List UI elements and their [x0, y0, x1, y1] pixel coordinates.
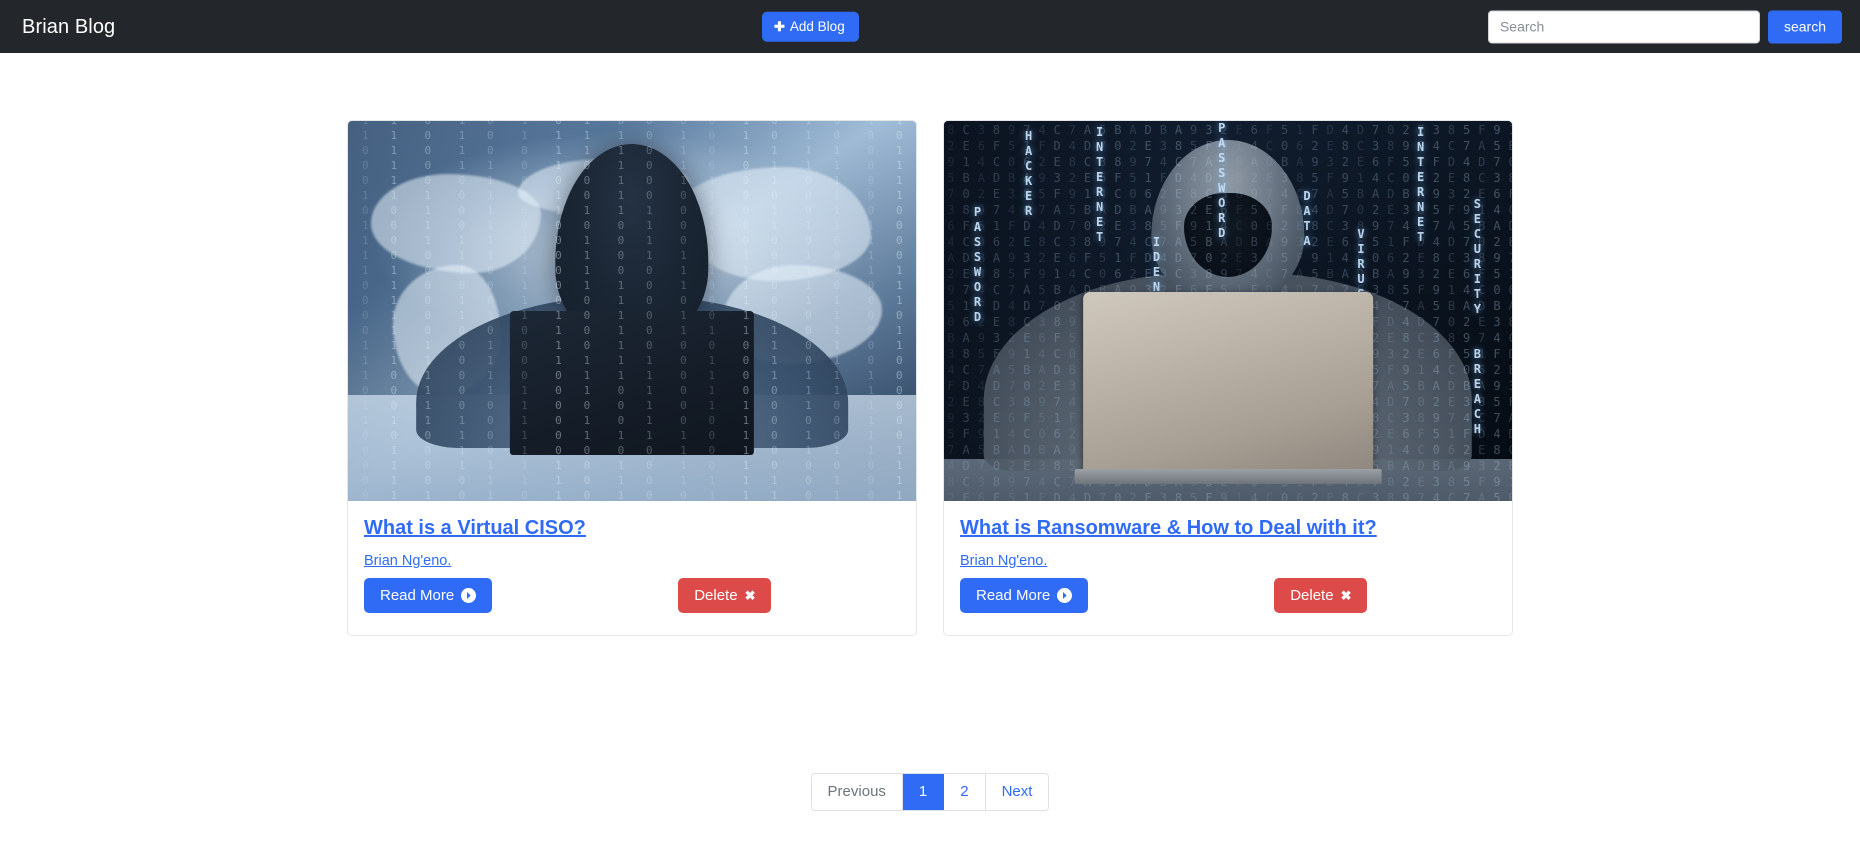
main-content: 1 1 1 0 0 0 1 0 1 1 1 1 0 0 0 0 1 1 1 0 …	[0, 53, 1860, 636]
navbar-center-actions: ✚ Add Blog	[762, 11, 859, 42]
pagination-previous[interactable]: Previous	[811, 774, 903, 810]
code-word-data: D A T A	[1303, 189, 1312, 249]
close-x-icon: ✖	[1340, 588, 1352, 603]
matrix-code-column: 5 7 4 8 2 9 5 7 3 6 4 A 2 9 5 0 B 3 4 F …	[1068, 122, 1076, 501]
blog-card-image[interactable]: 4 8 2 9 5 7 3 6 4 A 2 9 5 0 B 3 4 F 2 9 …	[944, 121, 1512, 501]
search-button[interactable]: search	[1767, 10, 1842, 43]
blog-author-link[interactable]: Brian Ng'eno.	[960, 553, 1496, 569]
plus-icon: ✚	[774, 18, 785, 34]
matrix-code-column: 8 C D E 3 F A D C E 1 B 0 8 F C D E 7 1 …	[1053, 122, 1061, 501]
blog-title-link[interactable]: What is a Virtual CISO?	[364, 517, 586, 540]
matrix-code-column: B 0 8 F C D E 7 1 6 A 8 C D E 3 F A D C …	[1387, 122, 1395, 501]
binary-code-column: 0 0 0 0 1 1 1 1 1 1 1 0 0 0 1 0 1 1 1 1 …	[487, 121, 494, 501]
matrix-code-column: B 3 4 F 2 9 5 7 4 8 2 9 5 7 3 6 4 A 2 9 …	[1432, 122, 1440, 501]
binary-code-column: 1 1 1 0 0 0 0 0 0 1 1 1 1 1 1 0 0 0 0 1 …	[521, 121, 528, 501]
pagination-page-2[interactable]: 2	[944, 774, 986, 810]
delete-label: Delete	[694, 587, 738, 604]
blog-card-actions: Read More Delete ✖	[960, 578, 1496, 613]
binary-code-column: 0 1 1 1 1 1 1 0 0 0 0 1 1 1 1 1 1 1 0 0 …	[390, 121, 398, 501]
binary-code-column: 0 0 0 1 1 1 0 1 1 0 0 0 0 0 0 1 1 1 1 0 …	[771, 121, 778, 501]
blog-card: 1 1 1 0 0 0 1 0 1 1 1 1 0 0 0 0 1 1 1 0 …	[347, 120, 917, 636]
binary-code-column: 0 0 0 1 1 1 1 1 1 0 0 0 0 1 1 1 1 1 1 1 …	[833, 121, 841, 501]
blog-card: 4 8 2 9 5 7 3 6 4 A 2 9 5 0 B 3 4 F 2 9 …	[943, 120, 1513, 636]
read-more-button[interactable]: Read More	[960, 578, 1089, 613]
delete-button[interactable]: Delete ✖	[678, 578, 772, 613]
code-word-internet: I N T E R N E T	[1096, 124, 1105, 244]
blog-card-body: What is Ransomware & How to Deal with it…	[944, 501, 1512, 635]
pagination-wrapper: Previous 1 2 Next	[0, 773, 1860, 811]
matrix-code-column: 4 8 2 9 5 7 3 6 4 A 2 9 5 0 B 3 4 F 2 9 …	[947, 122, 955, 501]
pagination-next[interactable]: Next	[985, 774, 1049, 810]
close-x-icon: ✖	[744, 588, 756, 603]
binary-code-column: 1 0 1 1 1 1 0 0 0 0 1 1 1 0 1 1 0 0 0 0 …	[680, 121, 687, 501]
brand-title[interactable]: Brian Blog	[22, 17, 115, 37]
pagination-page-1[interactable]: 1	[902, 774, 945, 810]
pagination: Previous 1 2 Next	[810, 773, 1050, 811]
read-more-label: Read More	[976, 587, 1051, 604]
blog-card-grid: 1 1 1 0 0 0 1 0 1 1 1 1 0 0 0 0 1 1 1 0 …	[347, 120, 1513, 636]
binary-code-column: 0 0 1 1 1 1 1 1 0 0 0 0 1 1 1 1 1 1 1 0 …	[617, 121, 625, 501]
binary-code-column: 0 0 1 1 1 0 1 1 0 0 0 0 0 0 1 1 1 1 0 0 …	[555, 121, 562, 501]
binary-code-column: 1 1 1 1 0 0 0 0 0 0 1 1 1 1 1 1 0 0 0 0 …	[742, 121, 750, 501]
read-more-label: Read More	[380, 587, 455, 604]
blog-card-body: What is a Virtual CISO? Brian Ng'eno. Re…	[348, 501, 916, 635]
matrix-code-column: A 8 C D E 3 F A D C E 1 B 0 8 F C D E 7 …	[1447, 122, 1456, 501]
circle-arrow-right-icon	[461, 588, 477, 603]
delete-button[interactable]: Delete ✖	[1274, 578, 1368, 613]
blog-author-link[interactable]: Brian Ng'eno.	[364, 553, 900, 569]
read-more-button[interactable]: Read More	[364, 578, 493, 613]
code-word-internet: I N T E R N E T	[1416, 124, 1426, 244]
matrix-code-column: 2 9 5 0 B 3 4 F 2 9 5 7 4 8 2 9 5 7 3 6 …	[1008, 122, 1016, 501]
delete-label: Delete	[1290, 587, 1334, 604]
search-input[interactable]	[1487, 10, 1760, 43]
code-word-password: P A S S W O R D	[1218, 121, 1227, 240]
blog-title-link[interactable]: What is Ransomware & How to Deal with it…	[960, 517, 1377, 540]
add-blog-label: Add Blog	[789, 18, 845, 34]
binary-code-column: 1 0 0 0 0 1 1 1 1 1 1 1 0 0 0 1 0 1 1 1 …	[708, 121, 716, 501]
matrix-code-column: E 1 B 0 8 F C D E 7 1 6 A 8 C D E 3 F A …	[1505, 121, 1513, 501]
binary-code-column: 1 1 1 1 0 0 0 1 0 1 1 1 1 0 0 0 0 1 1 1 …	[583, 121, 591, 501]
circle-arrow-right-icon	[1057, 588, 1073, 603]
binary-code-column: 0 1 1 1 1 0 0 0 0 1 1 1 0 1 1 0 0 0 0 0 …	[458, 121, 466, 501]
binary-code-column: 1 1 1 1 1 0 0 0 1 0 1 1 1 1 0 0 0 0 1 1 …	[805, 121, 812, 501]
binary-code-column: 1 1 0 0 0 0 0 0 1 1 1 1 0 0 0 0 0 0 1 1 …	[867, 121, 875, 501]
code-word-password: P A S S W O R D	[973, 204, 983, 324]
navbar-search-form: search	[1487, 10, 1842, 43]
hacker-world-map-illustration: 1 1 1 0 0 0 1 0 1 1 1 1 0 0 0 0 1 1 1 0 …	[348, 121, 916, 501]
navbar: Brian Blog ✚ Add Blog search	[0, 0, 1860, 53]
matrix-code-column: 0 8 F C D E 7 1 6 A 8 C D E 3 F A D C E …	[992, 122, 1001, 501]
binary-code-column: 1 1 1 0 0 0 1 0 1 1 1 1 0 0 0 0 1 1 1 0 …	[362, 121, 369, 501]
matrix-code-column: A 2 9 5 0 B 3 4 F 2 9 5 7 4 8 2 9 5 7 3 …	[1402, 122, 1410, 501]
blog-card-actions: Read More Delete ✖	[364, 578, 900, 613]
code-word-security-breach: S E C U R I T Y B R E A C H	[1473, 197, 1482, 436]
binary-code-column: 1 0 0 0 0 0 0 1 1 1 1 0 0 0 0 0 0 1 1 1 …	[646, 121, 653, 501]
laptop-base	[1074, 468, 1382, 484]
add-blog-button[interactable]: ✚ Add Blog	[762, 11, 859, 42]
binary-code-column: 0 1 0 1 1 1 1 0 0 0 0 1 1 1 0 1 1 0 0 0 …	[895, 121, 903, 501]
hacker-matrix-illustration: 4 8 2 9 5 7 3 6 4 A 2 9 5 0 B 3 4 F 2 9 …	[944, 121, 1512, 501]
blog-card-image[interactable]: 1 1 1 0 0 0 1 0 1 1 1 1 0 0 0 0 1 1 1 0 …	[348, 121, 916, 501]
matrix-code-column: 2 9 5 7 3 6 4 A 2 9 5 0 B 3 4 F 2 9 5 7 …	[1493, 122, 1501, 501]
code-word-hacker: H A C K E R	[1025, 128, 1034, 218]
binary-code-column: 0 0 0 0 0 0 1 1 1 1 0 0 0 0 0 0 1 1 1 1 …	[424, 121, 432, 501]
laptop-shape	[1083, 292, 1373, 475]
